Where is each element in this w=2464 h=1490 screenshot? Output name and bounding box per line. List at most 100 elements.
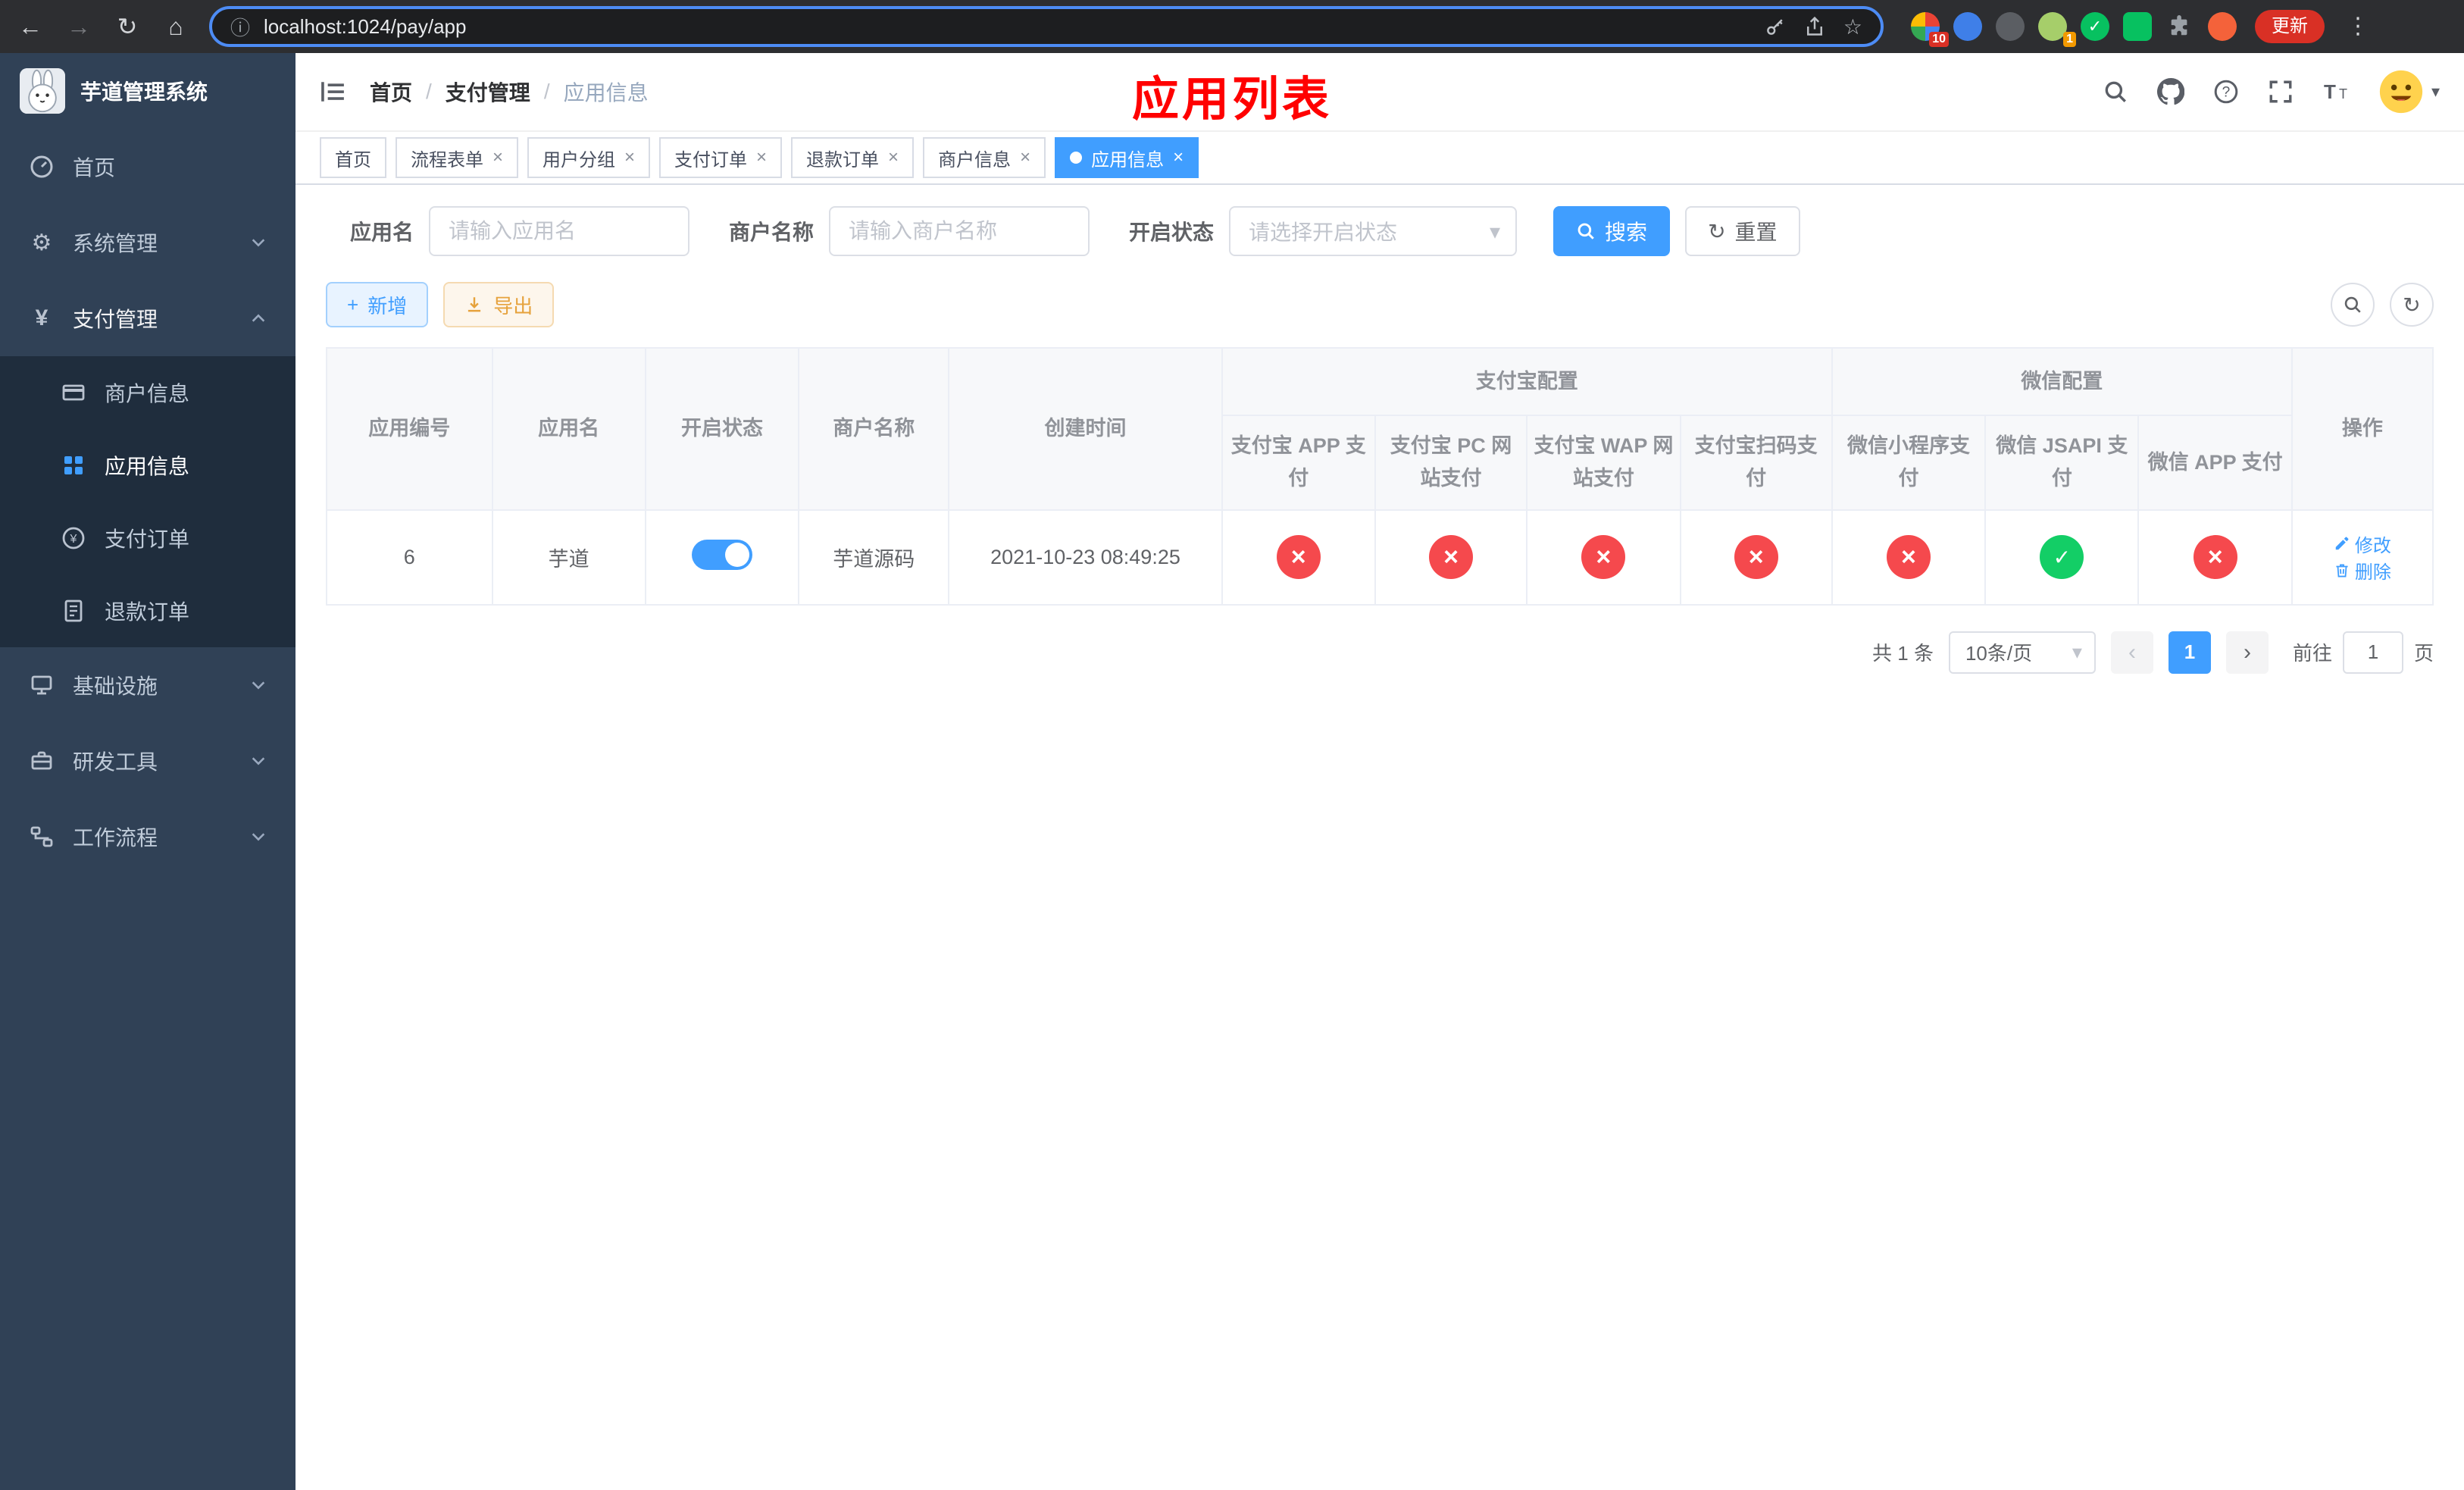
page-size-value: 10条/页: [1965, 642, 2033, 665]
next-page-button[interactable]: [2225, 631, 2269, 674]
sidebar-item-label: 支付订单: [105, 527, 190, 551]
sidebar-item-payment[interactable]: 支付管理: [0, 280, 295, 356]
merchant-name-label: 商户名称: [729, 221, 815, 244]
close-icon[interactable]: [1020, 149, 1030, 167]
tab-process-form[interactable]: 流程表单: [396, 137, 519, 178]
reload-icon[interactable]: [112, 14, 142, 39]
close-icon[interactable]: [1173, 149, 1184, 167]
pencil-icon: [2335, 537, 2349, 550]
page-number-current[interactable]: 1: [2168, 631, 2211, 674]
close-icon[interactable]: [624, 149, 635, 167]
edit-link[interactable]: 修改: [2334, 531, 2391, 557]
home-icon[interactable]: [161, 14, 191, 39]
sidebar-collapse-icon[interactable]: [320, 79, 346, 105]
tab-home[interactable]: 首页: [320, 137, 386, 178]
breadcrumb-payment[interactable]: 支付管理: [446, 77, 530, 107]
document-icon: [61, 599, 86, 623]
extension-icon-2[interactable]: [1953, 12, 1982, 41]
active-tab-dot-icon: [1070, 152, 1083, 164]
goto-label: 前往: [2292, 642, 2332, 665]
extension-icon-4[interactable]: 1: [2038, 12, 2076, 47]
user-avatar[interactable]: [2378, 69, 2440, 114]
close-icon[interactable]: [888, 149, 899, 167]
refresh-icon: [2403, 293, 2420, 318]
extensions-puzzle-icon[interactable]: [2165, 12, 2194, 41]
app-title: 芋道管理系统: [80, 80, 208, 104]
sidebar-item-pay-order[interactable]: ¥ 支付订单: [0, 502, 295, 574]
search-button[interactable]: 搜索: [1553, 206, 1671, 256]
sidebar-item-devtools[interactable]: 研发工具: [0, 723, 295, 799]
wechat-mini-status-icon: [1886, 535, 1931, 580]
bookmark-star-icon[interactable]: [1843, 14, 1862, 39]
extension-icon-3[interactable]: [1996, 12, 2025, 41]
sidebar-logo[interactable]: 芋道管理系统: [0, 53, 295, 129]
help-icon[interactable]: ?: [2213, 79, 2239, 105]
font-size-icon[interactable]: TT: [2322, 80, 2350, 104]
forward-icon[interactable]: [64, 14, 94, 39]
delete-link[interactable]: 删除: [2334, 557, 2391, 584]
tab-app-info[interactable]: 应用信息: [1055, 137, 1199, 178]
sidebar-item-workflow[interactable]: 工作流程: [0, 799, 295, 875]
search-form: 应用名 商户名称 开启状态 请选择开启状态 搜索 重置: [326, 206, 2434, 256]
extension-icon-6[interactable]: [2123, 12, 2152, 41]
close-icon[interactable]: [492, 149, 503, 167]
sidebar-item-app-info[interactable]: 应用信息: [0, 429, 295, 502]
cell-app-id: 6: [325, 509, 493, 606]
col-header-wechat-app: 微信 APP 支付: [2137, 415, 2293, 511]
refresh-table-button[interactable]: [2390, 283, 2434, 327]
card-icon: [61, 380, 86, 405]
merchant-name-input[interactable]: [829, 206, 1090, 256]
extension-icon-1[interactable]: 10: [1911, 12, 1949, 47]
breadcrumb-home[interactable]: 首页: [370, 77, 412, 107]
tab-merchant-info[interactable]: 商户信息: [923, 137, 1046, 178]
page-size-select[interactable]: 10条/页: [1948, 631, 2096, 674]
status-select[interactable]: 请选择开启状态: [1229, 206, 1518, 256]
url-bar[interactable]: localhost:1024/pay/app: [209, 6, 1884, 47]
reset-button[interactable]: 重置: [1685, 206, 1800, 256]
sidebar-item-merchant-info[interactable]: 商户信息: [0, 356, 295, 429]
browser-menu-icon[interactable]: [2343, 15, 2373, 38]
close-icon[interactable]: [756, 149, 767, 167]
sidebar-item-infra[interactable]: 基础设施: [0, 647, 295, 723]
gear-icon: [29, 230, 55, 256]
svg-text:T: T: [2324, 80, 2336, 103]
prev-page-button[interactable]: [2110, 631, 2153, 674]
extension-icon-5[interactable]: [2081, 12, 2109, 41]
col-header-alipay-pc: 支付宝 PC 网站支付: [1374, 415, 1528, 511]
alipay-wap-status-icon: [1581, 535, 1626, 580]
tab-pay-order[interactable]: 支付订单: [659, 137, 783, 178]
extension-icons: 10 1: [1911, 12, 2237, 47]
site-info-icon[interactable]: [230, 13, 250, 41]
sidebar-item-home[interactable]: 首页: [0, 129, 295, 205]
tab-label: 首页: [335, 149, 371, 171]
app-table: 应用编号 应用名 开启状态 商户名称 创建时间 支付宝配置 微信配置 操作 支付…: [325, 347, 2434, 606]
search-icon[interactable]: [2103, 79, 2128, 105]
back-icon[interactable]: [15, 14, 45, 39]
goto-page-input[interactable]: [2342, 631, 2403, 674]
enable-toggle[interactable]: [691, 539, 752, 570]
tab-refund-order[interactable]: 退款订单: [791, 137, 915, 178]
tab-label: 支付订单: [674, 149, 748, 171]
github-icon[interactable]: [2156, 78, 2184, 105]
fullscreen-icon[interactable]: [2268, 79, 2294, 105]
browser-chrome: localhost:1024/pay/app 10 1 更新: [0, 0, 2464, 53]
breadcrumb-separator: [544, 80, 550, 104]
toggle-search-button[interactable]: [2331, 283, 2375, 327]
sidebar-item-refund-order[interactable]: 退款订单: [0, 574, 295, 647]
main-area: 首页 支付管理 应用信息 ?: [295, 53, 2464, 1490]
app-name-input[interactable]: [429, 206, 690, 256]
tab-user-group[interactable]: 用户分组: [527, 137, 651, 178]
export-button[interactable]: 导出: [443, 282, 555, 327]
browser-update-button[interactable]: 更新: [2255, 10, 2325, 43]
profile-avatar-icon[interactable]: [2208, 12, 2237, 41]
add-button[interactable]: 新增: [326, 282, 429, 327]
sidebar-item-system[interactable]: 系统管理: [0, 205, 295, 280]
yen-icon: [29, 305, 55, 331]
chevron-down-icon: [1490, 219, 1500, 244]
share-icon[interactable]: [1804, 16, 1825, 37]
toolbar-utilities: [2331, 283, 2434, 327]
tabs-bar: 首页 流程表单 用户分组 支付订单 退款订单: [295, 132, 2464, 185]
password-key-icon[interactable]: [1765, 16, 1786, 37]
breadcrumb-current: 应用信息: [563, 81, 649, 105]
col-header-alipay-qr: 支付宝扫码支付: [1679, 415, 1833, 511]
